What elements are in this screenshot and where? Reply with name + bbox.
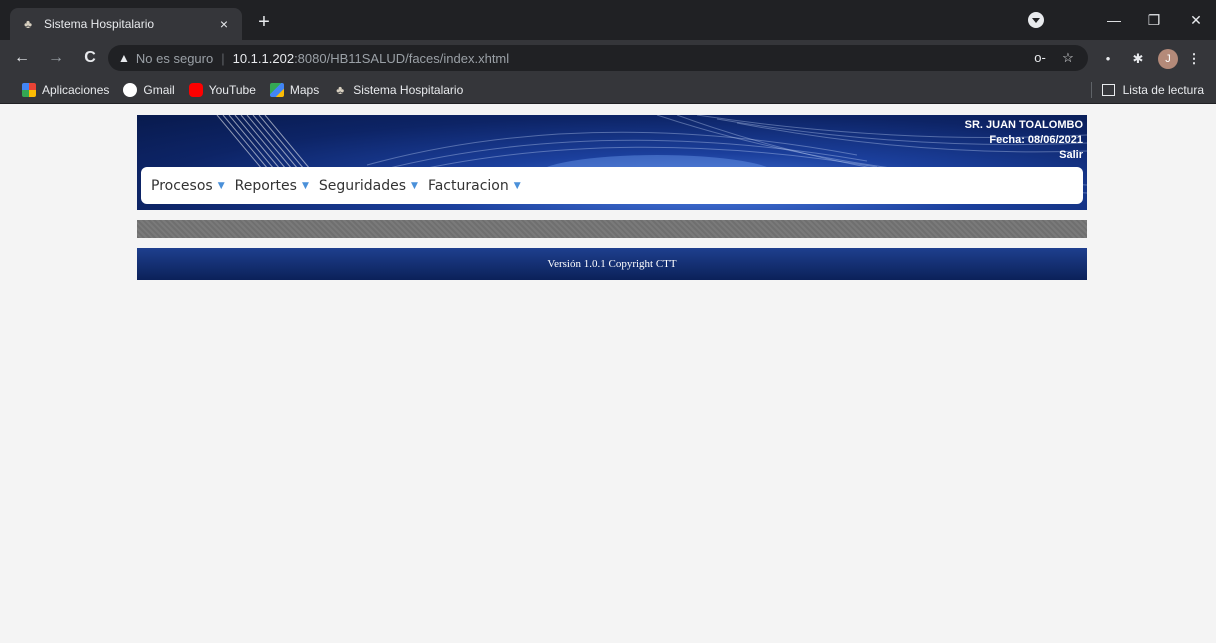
tab-title: Sistema Hospitalario [44, 17, 155, 31]
page-footer: Versión 1.0.1 Copyright CTT [137, 248, 1087, 280]
tab-close-icon[interactable]: × [216, 16, 232, 32]
maps-icon [269, 82, 284, 97]
minimize-button[interactable]: — [1102, 8, 1126, 32]
browser-toolbar: ← → C ▲ No es seguro | 10.1.1.202 :8080/… [0, 40, 1216, 76]
restore-button[interactable]: ❐ [1142, 8, 1166, 32]
url-host: 10.1.1.202 [232, 50, 295, 66]
caret-down-icon: ▼ [301, 180, 309, 191]
bookmarks-divider [1090, 82, 1092, 98]
header-banner: SR. JUAN TOALOMBO Fecha: 08/06/2021 Sali… [137, 115, 1087, 210]
security-label: No es seguro [135, 50, 214, 66]
gmail-icon [123, 82, 138, 97]
menu-label: Procesos [151, 177, 213, 194]
new-tab-button[interactable]: + [252, 10, 276, 34]
user-info: SR. JUAN TOALOMBO Fecha: 08/06/2021 Sali… [965, 118, 1083, 163]
logout-link[interactable]: Salir [965, 148, 1083, 163]
bookmark-label: Aplicaciones [42, 82, 110, 97]
youtube-icon [188, 82, 203, 97]
tab-search-icon[interactable] [1028, 12, 1044, 28]
reading-list-label: Lista de lectura [1122, 83, 1204, 97]
menu-procesos[interactable]: Procesos ▼ [151, 178, 225, 194]
password-key-icon[interactable]: o- [1030, 45, 1050, 71]
address-separator: | [221, 50, 225, 66]
bookmark-star-icon[interactable]: ☆ [1058, 45, 1078, 71]
web-page: SR. JUAN TOALOMBO Fecha: 08/06/2021 Sali… [0, 105, 1216, 643]
extension-icon[interactable]: • [1098, 49, 1118, 69]
reading-list-button[interactable]: Lista de lectura [1090, 76, 1204, 104]
forward-button[interactable]: → [44, 46, 68, 70]
bookmark-maps[interactable]: Maps [269, 82, 320, 97]
content-separator-bar [137, 220, 1087, 238]
caret-down-icon: ▼ [513, 180, 521, 191]
bookmark-sistema-hospitalario[interactable]: ♣ Sistema Hospitalario [333, 83, 463, 97]
bookmark-label: Gmail [143, 82, 175, 97]
hospital-favicon-icon: ♣ [24, 17, 32, 31]
url-path: :8080/HB11SALUD/faces/index.xhtml [294, 50, 510, 66]
reload-button[interactable]: C [78, 46, 102, 70]
browser-chrome: ♣ Sistema Hospitalario × + — ❐ ✕ [0, 0, 1216, 40]
browser-menu-icon[interactable]: ⋮ [1184, 49, 1204, 69]
menu-label: Seguridades [318, 177, 407, 194]
close-window-button[interactable]: ✕ [1184, 8, 1208, 32]
bookmark-label: Sistema Hospitalario [353, 82, 464, 97]
menu-label: Facturacion [427, 177, 509, 194]
bookmarks-bar: Aplicaciones Gmail YouTube Maps ♣ Sistem… [0, 76, 1216, 104]
apps-icon [22, 82, 36, 97]
bookmark-label: YouTube [208, 82, 256, 97]
bookmark-apps[interactable]: Aplicaciones [22, 82, 110, 97]
bookmark-gmail[interactable]: Gmail [123, 82, 175, 97]
address-bar[interactable]: ▲ No es seguro | 10.1.1.202 :8080/HB11SA… [108, 45, 1088, 71]
menu-label: Reportes [234, 177, 297, 194]
not-secure-icon[interactable]: ▲ [118, 51, 130, 65]
browser-tab[interactable]: ♣ Sistema Hospitalario × [10, 8, 242, 40]
extensions-puzzle-icon[interactable]: ✱ [1128, 49, 1148, 69]
menu-reportes[interactable]: Reportes ▼ [235, 178, 309, 194]
bookmark-youtube[interactable]: YouTube [188, 82, 256, 97]
bookmark-label: Maps [289, 82, 320, 97]
tab-strip: ♣ Sistema Hospitalario × + — ❐ ✕ [0, 0, 1216, 40]
user-name: SR. JUAN TOALOMBO [964, 119, 1083, 131]
hospital-icon: ♣ [336, 82, 345, 97]
caret-down-icon: ▼ [217, 180, 225, 191]
menu-facturacion[interactable]: Facturacion ▼ [428, 178, 521, 194]
reading-list-icon [1101, 84, 1115, 96]
profile-avatar[interactable]: J [1158, 49, 1178, 69]
back-button[interactable]: ← [10, 46, 34, 70]
main-menu-bar: Procesos ▼ Reportes ▼ Seguridades ▼ Fact… [141, 167, 1083, 204]
caret-down-icon: ▼ [411, 180, 418, 191]
current-date: Fecha: 08/06/2021 [989, 134, 1083, 146]
menu-seguridades[interactable]: Seguridades ▼ [319, 178, 418, 194]
